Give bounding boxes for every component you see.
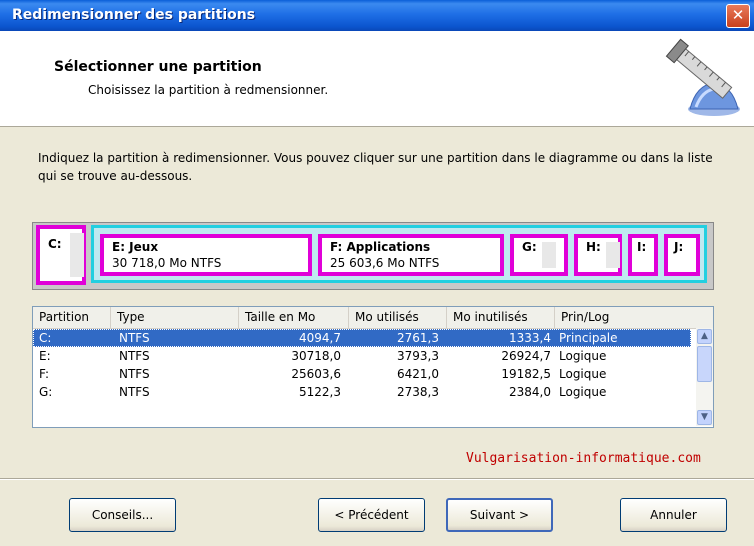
cell-used: 2738,3: [397, 385, 439, 399]
cell-type: NTFS: [119, 385, 150, 399]
partition-j[interactable]: J:: [664, 234, 700, 276]
partition-list[interactable]: Partition Type Taille en Mo Mo utilisés …: [32, 306, 714, 428]
cell-size: 25603,6: [291, 367, 341, 381]
partition-f[interactable]: F: Applications 25 603,6 Mo NTFS: [318, 234, 504, 276]
table-row[interactable]: G: NTFS 5122,3 2738,3 2384,0 Logique: [33, 383, 691, 401]
wizard-header: Sélectionner une partition Choisissez la…: [0, 31, 754, 127]
partition-e-size: 30 718,0 Mo NTFS: [112, 256, 222, 270]
cell-used: 3793,3: [397, 349, 439, 363]
close-button[interactable]: ✕: [726, 4, 750, 28]
partition-g[interactable]: G:: [510, 234, 568, 276]
scroll-up-icon[interactable]: ▲: [697, 329, 712, 344]
cell-used: 2761,3: [397, 331, 439, 345]
cell-size: 5122,3: [299, 385, 341, 399]
partition-i-label: I:: [637, 240, 647, 254]
cell-type: NTFS: [119, 367, 150, 381]
extended-partition: E: Jeux 30 718,0 Mo NTFS F: Applications…: [91, 225, 707, 283]
cell-free: 19182,5: [501, 367, 551, 381]
cell-free: 1333,4: [509, 331, 551, 345]
footer-separator: [0, 478, 754, 480]
partition-g-label: G:: [522, 240, 537, 254]
col-kind[interactable]: Prin/Log: [555, 307, 713, 328]
cell-partition: F:: [39, 367, 50, 381]
list-scrollbar[interactable]: ▲ ▼: [696, 328, 713, 426]
table-row[interactable]: C: NTFS 4094,7 2761,3 1333,4 Principale: [33, 329, 691, 347]
scroll-down-icon[interactable]: ▼: [697, 410, 712, 425]
partition-c-label: C:: [48, 237, 62, 251]
next-button[interactable]: Suivant >: [446, 498, 553, 532]
tips-button[interactable]: Conseils...: [69, 498, 176, 532]
table-row[interactable]: E: NTFS 30718,0 3793,3 26924,7 Logique: [33, 347, 691, 365]
partition-f-size: 25 603,6 Mo NTFS: [330, 256, 440, 270]
col-size[interactable]: Taille en Mo: [239, 307, 349, 328]
partition-c-usage: [70, 233, 84, 277]
watermark: Vulgarisation-informatique.com: [466, 451, 701, 466]
ruler-resize-icon: [665, 38, 740, 116]
partition-diagram: C: E: Jeux 30 718,0 Mo NTFS F: Applicati…: [32, 222, 714, 290]
cell-kind: Logique: [559, 367, 607, 381]
partition-i[interactable]: I:: [628, 234, 658, 276]
cell-free: 2384,0: [509, 385, 551, 399]
cell-type: NTFS: [119, 349, 150, 363]
col-used[interactable]: Mo utilisés: [349, 307, 447, 328]
instructions-text: Indiquez la partition à redimensionner. …: [38, 151, 713, 183]
table-row[interactable]: F: NTFS 25603,6 6421,0 19182,5 Logique: [33, 365, 691, 383]
partition-f-label: F: Applications: [330, 240, 431, 254]
cell-partition: E:: [39, 349, 51, 363]
scroll-thumb[interactable]: [697, 346, 712, 382]
col-type[interactable]: Type: [111, 307, 239, 328]
partition-h[interactable]: H:: [574, 234, 622, 276]
cell-partition: G:: [39, 385, 53, 399]
cell-type: NTFS: [119, 331, 150, 345]
col-free[interactable]: Mo inutilisés: [447, 307, 555, 328]
list-header: Partition Type Taille en Mo Mo utilisés …: [33, 307, 713, 329]
cell-kind: Principale: [559, 331, 618, 345]
cell-free: 26924,7: [501, 349, 551, 363]
cell-kind: Logique: [559, 385, 607, 399]
partition-c[interactable]: C:: [36, 225, 86, 285]
cell-size: 30718,0: [291, 349, 341, 363]
col-partition[interactable]: Partition: [33, 307, 111, 328]
page-title: Sélectionner une partition: [54, 59, 262, 75]
partition-e-label: E: Jeux: [112, 240, 159, 254]
partition-h-label: H:: [586, 240, 601, 254]
partition-e[interactable]: E: Jeux 30 718,0 Mo NTFS: [100, 234, 312, 276]
cell-partition: C:: [39, 331, 52, 345]
cell-kind: Logique: [559, 349, 607, 363]
cell-used: 6421,0: [397, 367, 439, 381]
cell-size: 4094,7: [299, 331, 341, 345]
window-title: Redimensionner des partitions: [12, 7, 256, 23]
back-button[interactable]: < Précédent: [318, 498, 425, 532]
cancel-button[interactable]: Annuler: [620, 498, 727, 532]
title-bar[interactable]: Redimensionner des partitions ✕: [0, 0, 754, 31]
page-subtitle: Choisissez la partition à redmensionner.: [88, 83, 329, 97]
partition-j-label: J:: [674, 240, 684, 254]
partition-g-usage: [542, 242, 556, 268]
partition-h-usage: [606, 242, 620, 268]
